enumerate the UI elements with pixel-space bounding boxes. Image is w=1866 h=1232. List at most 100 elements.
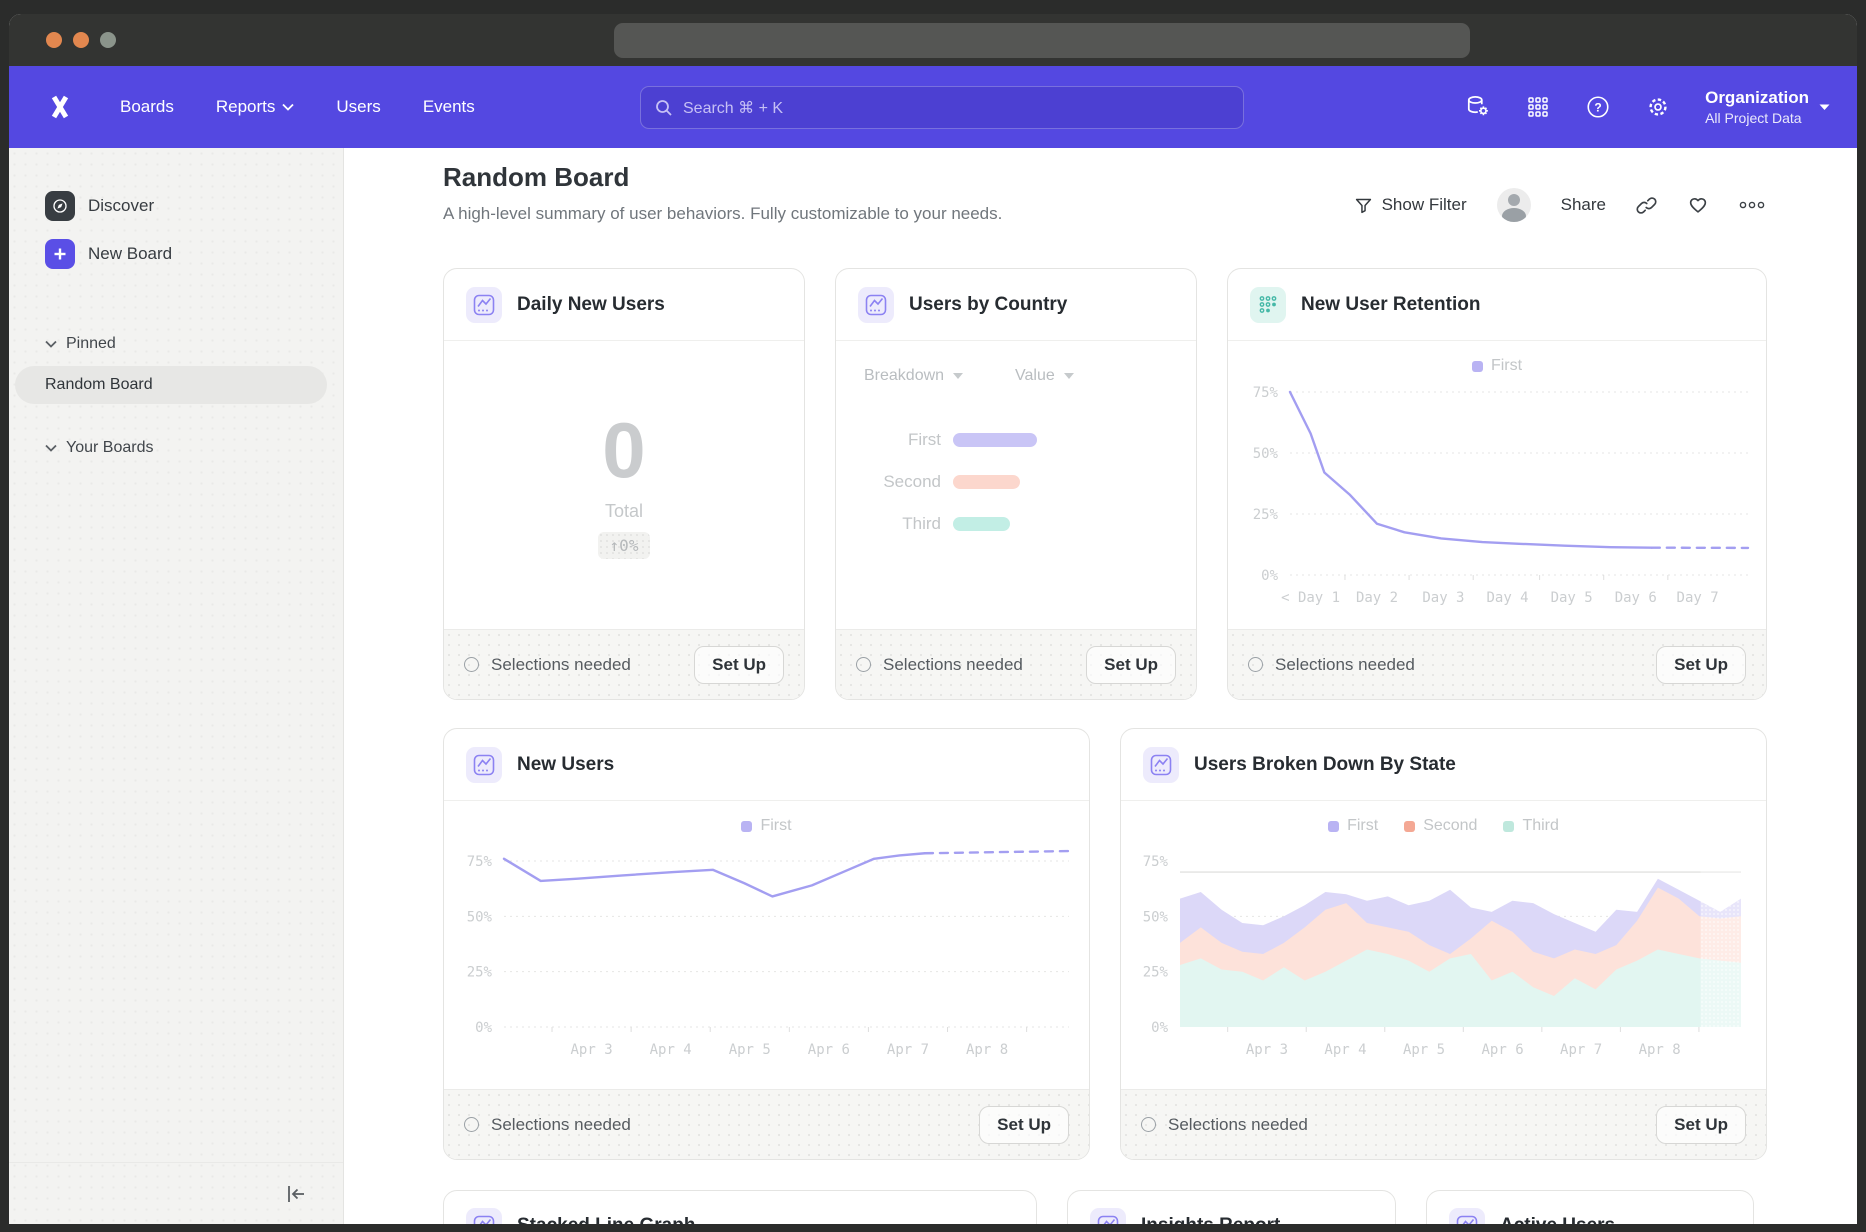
zoom-window-button[interactable] [100,32,116,48]
line-chart-icon [466,747,502,783]
avatar[interactable] [1497,188,1531,222]
status-text: Selections needed [883,655,1074,675]
svg-text:Day 2: Day 2 [1356,590,1398,606]
share-button[interactable]: Share [1561,195,1606,215]
svg-text:Apr 3: Apr 3 [570,1042,612,1058]
org-switcher[interactable]: Organization All Project Data [1705,88,1830,126]
favorite-button[interactable] [1687,194,1709,216]
svg-text:25%: 25% [1143,965,1169,981]
svg-text:Day 4: Day 4 [1486,590,1528,606]
svg-text:25%: 25% [1253,507,1279,523]
plus-icon [45,239,75,269]
sidebar-section-your-boards[interactable]: Your Boards [45,428,343,468]
svg-text:50%: 50% [1253,446,1279,462]
card-title: Users by Country [909,294,1067,316]
nav-item-reports[interactable]: Reports [199,87,312,127]
card-stacked-line-graph: Stacked Line Graph [443,1190,1037,1224]
nav-item-boards[interactable]: Boards [103,87,191,127]
card-active-users: Active Users [1426,1190,1754,1224]
svg-text:0%: 0% [475,1020,492,1036]
card-title: Daily New Users [517,294,665,316]
svg-text:50%: 50% [1143,909,1169,925]
browser-window: Boards Reports Users Events Search ⌘ + K [9,14,1857,1224]
set-up-button[interactable]: Set Up [1656,646,1746,684]
breakdown-dropdown[interactable]: Breakdown [864,367,963,385]
card-footer: Selections needed Set Up [1228,629,1766,699]
ellipsis-icon [1739,201,1765,209]
copy-link-button[interactable] [1636,195,1657,216]
minimize-window-button[interactable] [73,32,89,48]
svg-text:Apr 7: Apr 7 [1560,1042,1602,1058]
set-up-button[interactable]: Set Up [1656,1106,1746,1144]
sidebar-item-random-board[interactable]: Random Board [15,366,327,404]
metric-label: Total [605,501,643,522]
svg-text:Apr 6: Apr 6 [808,1042,850,1058]
card-users-by-state: Users Broken Down By State First Second … [1120,728,1767,1160]
country-bar-row: First [836,419,1196,461]
state-area-chart: 75%50%25%0%Apr 3Apr 4Apr 5Apr 6Apr 7Apr … [1121,801,1767,1091]
heart-icon [1687,194,1709,216]
line-chart-icon [1449,1208,1485,1224]
set-up-button[interactable]: Set Up [1086,646,1176,684]
svg-text:0%: 0% [1151,1020,1168,1036]
card-users-by-country: Users by Country Breakdown Value [835,268,1197,700]
set-up-button[interactable]: Set Up [694,646,784,684]
url-bar[interactable] [614,23,1470,58]
link-icon [1636,195,1657,216]
chevron-down-icon [282,103,294,111]
card-insights-report: Insights Report [1067,1190,1396,1224]
nav-item-events[interactable]: Events [406,87,492,127]
retention-grid-icon [1250,287,1286,323]
sidebar-item-new-board[interactable]: New Board [45,230,343,278]
help-icon[interactable]: ? [1585,94,1611,120]
status-circle-icon [464,657,479,672]
set-up-button[interactable]: Set Up [979,1106,1069,1144]
svg-text:Apr 8: Apr 8 [966,1042,1008,1058]
collapse-sidebar-icon[interactable] [285,1184,307,1204]
show-filter-button[interactable]: Show Filter [1354,195,1467,215]
card-title: Users Broken Down By State [1194,754,1456,776]
new-users-line-chart: 75%50%25%0%Apr 3Apr 4Apr 5Apr 6Apr 7Apr … [444,801,1090,1091]
sidebar-item-discover[interactable]: Discover [45,182,343,230]
card-footer: Selections needed Set Up [444,629,804,699]
line-chart-icon [466,1208,502,1224]
chevron-down-icon [45,444,57,452]
status-text: Selections needed [1275,655,1644,675]
line-chart-icon [1090,1208,1126,1224]
card-daily-new-users: Daily New Users 0 Total ↑0% Selections n… [443,268,805,700]
card-new-users: New Users First 75%50%25%0%Apr 3Apr 4Apr… [443,728,1090,1160]
page-subtitle: A high-level summary of user behaviors. … [443,204,1002,224]
svg-text:Day 7: Day 7 [1677,590,1719,606]
status-circle-icon [464,1117,479,1132]
svg-text:Apr 4: Apr 4 [650,1042,692,1058]
apps-grid-icon[interactable] [1525,94,1551,120]
svg-text:Apr 5: Apr 5 [1403,1042,1445,1058]
svg-text:Apr 4: Apr 4 [1324,1042,1366,1058]
svg-text:Apr 5: Apr 5 [729,1042,771,1058]
search-input[interactable]: Search ⌘ + K [640,86,1244,129]
search-icon [655,99,673,117]
org-project: All Project Data [1705,110,1809,126]
status-text: Selections needed [491,655,682,675]
sidebar-section-pinned[interactable]: Pinned [45,324,343,364]
page-title: Random Board [443,162,629,193]
status-text: Selections needed [1168,1115,1644,1135]
filter-funnel-icon [1354,196,1373,215]
browser-titlebar [9,14,1857,66]
data-management-icon[interactable] [1465,94,1491,120]
nav-item-users[interactable]: Users [319,87,397,127]
close-window-button[interactable] [46,32,62,48]
traffic-lights[interactable] [46,32,116,48]
retention-line-chart: 75%50%25%0%< Day 1Day 2Day 3Day 4Day 5Da… [1228,341,1767,631]
caret-down-icon [1064,373,1074,379]
card-footer: Selections needed Set Up [444,1089,1089,1159]
status-circle-icon [1248,657,1263,672]
line-chart-icon [466,287,502,323]
value-dropdown[interactable]: Value [1015,367,1074,385]
svg-text:< Day 1: < Day 1 [1281,590,1340,606]
status-circle-icon [856,657,871,672]
sidebar: Discover New Board Pinned Random Board [9,148,344,1224]
mixpanel-logo-icon[interactable] [45,92,75,122]
settings-gear-icon[interactable] [1645,94,1671,120]
more-options-button[interactable] [1739,201,1765,209]
